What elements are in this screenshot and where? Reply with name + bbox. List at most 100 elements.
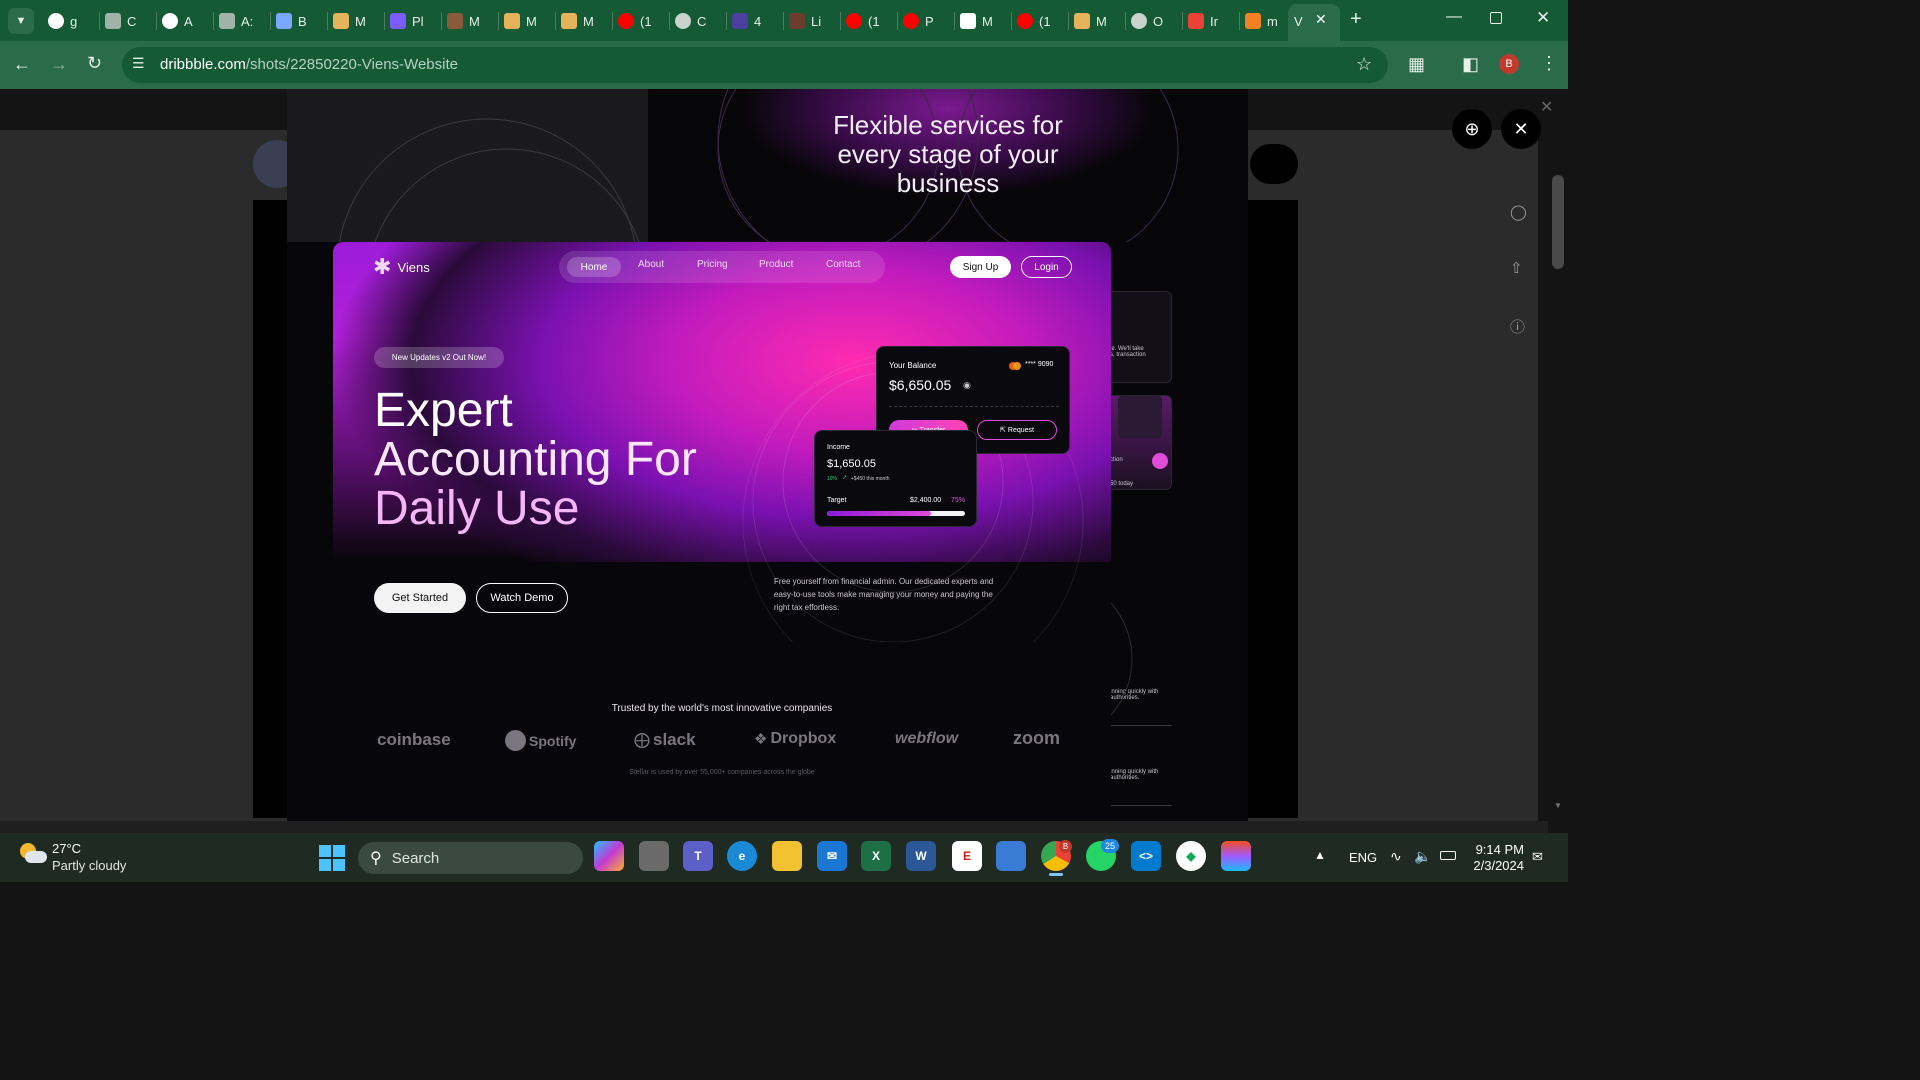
e-app[interactable]: E (952, 841, 982, 871)
battery-icon[interactable] (1440, 851, 1456, 860)
url-text[interactable]: dribbble.com/shots/22850220-Viens-Websit… (160, 56, 458, 73)
tab-item[interactable]: M (333, 9, 366, 33)
brand-name: Viens (397, 259, 430, 275)
bookmark-star-icon[interactable]: ☆ (1356, 55, 1372, 73)
dismiss-icon[interactable]: ✕ (1540, 97, 1553, 117)
tab-item[interactable]: M (561, 9, 594, 33)
tab-item[interactable]: (1 (618, 9, 652, 33)
tab-item[interactable]: C (675, 9, 706, 33)
magnifier-plus-icon: ⊕ (1464, 118, 1480, 139)
copilot-app[interactable] (594, 841, 624, 871)
shot-right-panel: Flexible services for every stage of you… (648, 89, 1248, 242)
follow-button[interactable] (1250, 144, 1298, 184)
scroll-down-icon[interactable]: ▼ (1554, 801, 1562, 810)
tab-item[interactable]: (1 (846, 9, 880, 33)
zoom-in-button[interactable]: ⊕ (1452, 109, 1492, 149)
tab-strip: ▼ g C A A: B M Pl M M M (1 C 4 Li (1 P M (1 M O Ir m V ✕ + — ✕ (0, 0, 1568, 41)
reload-icon[interactable]: ↻ (87, 54, 102, 72)
side-chip (1118, 396, 1162, 438)
nav-about[interactable]: About (638, 259, 664, 270)
login-button[interactable]: Login (1021, 256, 1072, 278)
tab-item[interactable]: M (504, 9, 537, 33)
tab-item[interactable]: (1 (1017, 9, 1051, 33)
share-icon[interactable]: ⇧ (1510, 259, 1523, 277)
tab-item[interactable]: M (1074, 9, 1107, 33)
tab-search-button[interactable]: ▼ (8, 8, 34, 34)
divider (1110, 805, 1172, 806)
language-indicator[interactable]: ENG (1349, 850, 1377, 865)
edge-app[interactable]: e (727, 841, 757, 871)
info-icon[interactable]: ⓘ (1510, 316, 1525, 337)
wifi-icon[interactable]: ∿ (1390, 848, 1402, 865)
balance-amount: $6,650.05 (889, 377, 952, 393)
scrollbar[interactable] (1552, 175, 1564, 269)
hide-balance-icon[interactable]: ◉ (963, 380, 971, 391)
file-explorer-app[interactable] (772, 841, 802, 871)
tab-item[interactable]: Pl (390, 9, 424, 33)
clock-time[interactable]: 9:14 PM (1474, 842, 1524, 857)
volume-icon[interactable]: 🔈 (1414, 848, 1431, 865)
back-icon[interactable]: ← (13, 55, 31, 73)
close-icon: ✕ (1513, 118, 1529, 139)
tab-separator (840, 12, 841, 30)
tab-item[interactable]: A (162, 9, 193, 33)
nav-home[interactable]: Home (567, 257, 621, 277)
weather-desc[interactable]: Partly cloudy (52, 858, 126, 873)
weather-icon[interactable] (18, 841, 47, 869)
tab-item[interactable]: B (276, 9, 307, 33)
forward-icon[interactable]: → (50, 55, 68, 73)
tab-close-icon[interactable]: ✕ (1315, 11, 1327, 28)
sign-up-button[interactable]: Sign Up (950, 256, 1011, 278)
tab-item[interactable]: 4 (732, 9, 761, 33)
comment-icon[interactable]: ◯ (1510, 203, 1527, 221)
teams-app[interactable]: T (683, 841, 713, 871)
watch-demo-button[interactable]: Watch Demo (476, 583, 568, 613)
restore-icon[interactable] (1490, 12, 1502, 24)
notification-icon[interactable]: ✉ (1532, 849, 1543, 865)
new-tab-button[interactable]: + (1350, 8, 1362, 31)
extensions-icon[interactable]: ▦ (1408, 55, 1425, 73)
game-app[interactable] (996, 841, 1026, 871)
tab-item[interactable]: Ir (1188, 9, 1218, 33)
cart-icon (1152, 453, 1168, 469)
close-modal-button[interactable]: ✕ (1501, 109, 1541, 149)
tab-item[interactable]: m (1245, 9, 1278, 33)
site-info-icon[interactable]: ☰ (132, 56, 145, 70)
side-card-1: ie. We'll take s, transaction (1107, 291, 1172, 383)
mail-app[interactable]: ✉ (817, 841, 847, 871)
vscode-app[interactable]: <> (1131, 841, 1161, 871)
mongodb-app[interactable]: ◆ (1176, 841, 1206, 871)
tab-item[interactable]: M (960, 9, 993, 33)
minimize-icon[interactable]: — (1446, 8, 1462, 26)
word-app[interactable]: W (906, 841, 936, 871)
profile-avatar[interactable]: B (1499, 54, 1519, 74)
tab-item[interactable]: g (48, 9, 77, 33)
side-text: ie. We'll take s, transaction (1110, 346, 1146, 358)
side-panel-icon[interactable]: ◧ (1462, 55, 1479, 73)
nav-product[interactable]: Product (759, 259, 793, 270)
task-view-app[interactable] (639, 841, 669, 871)
horizontal-scrollbar[interactable] (0, 821, 1548, 833)
tab-item[interactable]: Li (789, 9, 821, 33)
nav-pricing[interactable]: Pricing (697, 259, 728, 270)
update-badge[interactable]: New Updates v2 Out Now! (374, 347, 504, 368)
brand-logo[interactable]: ✱ Viens (373, 256, 430, 278)
chevron-up-icon[interactable]: ▲ (1314, 848, 1326, 862)
tab-item[interactable]: P (903, 9, 934, 33)
tab-item[interactable]: O (1131, 9, 1163, 33)
tab-item[interactable]: C (105, 9, 136, 33)
get-started-button[interactable]: Get Started (374, 583, 466, 613)
tab-item[interactable]: M (447, 9, 480, 33)
request-button[interactable]: ⇱ Request (977, 420, 1057, 440)
close-window-icon[interactable]: ✕ (1536, 8, 1550, 28)
weather-temp[interactable]: 27°C (52, 841, 81, 856)
taskbar-search[interactable]: ⚲ Search (358, 842, 583, 874)
figma-app[interactable] (1221, 841, 1251, 871)
menu-icon[interactable]: ⋮ (1540, 54, 1558, 72)
tab-item[interactable]: A: (219, 9, 253, 33)
start-button[interactable] (319, 845, 345, 871)
tab-item[interactable]: V (1294, 9, 1303, 33)
nav-contact[interactable]: Contact (826, 259, 860, 270)
clock-date[interactable]: 2/3/2024 (1466, 858, 1524, 873)
excel-app[interactable]: X (861, 841, 891, 871)
